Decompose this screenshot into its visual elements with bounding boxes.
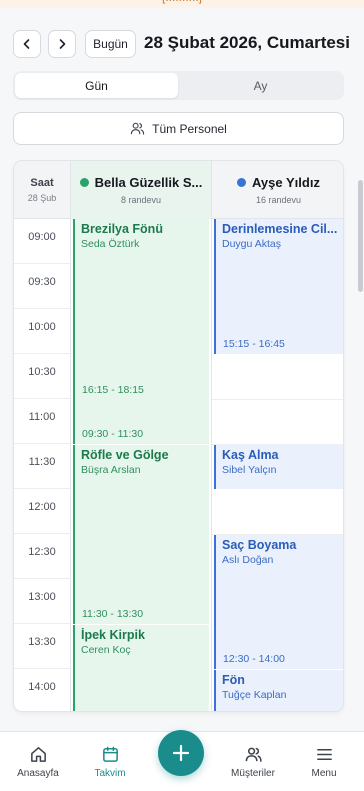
appointment-card[interactable]: Fön Tuğçe Kaplan [214,670,343,711]
staff-appointment-count: 16 randevu [255,195,302,205]
plus-icon [172,744,190,762]
top-banner: [..........] [0,0,364,8]
appointment-customer: Sibel Yalçın [222,464,277,476]
time-column-header: Saat 28 Şub [14,161,71,219]
appointment-service: Saç Boyama [222,538,297,552]
banner-text: [..........] [0,0,364,4]
appointment-time-overlap: 16:15 - 18:15 [82,384,144,396]
staff-filter-button[interactable]: Tüm Personel [13,112,344,145]
add-appointment-button[interactable] [158,730,204,776]
nav-item-customers[interactable]: Müşteriler [218,732,288,791]
previous-day-button[interactable] [13,30,41,58]
staff-column-ayse[interactable]: Derinlemesine Cil... Duygu Aktaş 15:15 -… [212,219,343,711]
home-icon [30,747,46,762]
nav-label: Müşteriler [231,768,275,779]
staff-appointment-count: 8 randevu [120,195,162,205]
scrollbar[interactable] [358,180,363,292]
staff-name: Bella Güzellik S... [94,175,203,190]
appointment-card[interactable]: Kaş Alma Sibel Yalçın [214,445,343,489]
nav-label: Anasayfa [17,768,59,779]
time-slot-label: 11:00 [14,399,70,444]
staff-column-header-bella[interactable]: Bella Güzellik S... 8 randevu [71,161,212,219]
appointment-card[interactable]: Röfle ve Gölge Büşra Arslan 11:30 - 13:3… [73,445,209,624]
view-toggle: Gün Ay [13,71,344,100]
time-slot-label: 09:30 [14,264,70,309]
appointment-customer: Aslı Doğan [222,554,274,566]
grid-line [212,399,343,400]
appointment-time: 09:30 - 11:30 [82,428,144,440]
next-day-button[interactable] [48,30,76,58]
appointment-time: 11:30 - 13:30 [82,608,144,620]
staff-column-bella[interactable]: Brezilya Fönü Seda Öztürk 16:15 - 18:15 … [71,219,212,711]
time-header-date: 28 Şub [27,193,57,203]
appointment-time: 15:15 - 16:45 [223,338,285,350]
time-slot-label: 13:00 [14,579,70,624]
appointment-service: İpek Kirpik [81,628,145,642]
time-slot-label: 14:00 [14,669,70,711]
chevron-left-icon [23,39,30,49]
tab-day[interactable]: Gün [15,73,178,98]
appointment-customer: Büşra Arslan [81,464,141,476]
calendar-header: Saat 28 Şub Bella Güzellik S... 8 randev… [14,161,343,219]
appointment-card[interactable]: Brezilya Fönü Seda Öztürk 16:15 - 18:15 … [73,219,209,444]
appointment-customer: Seda Öztürk [81,238,140,250]
appointment-service: Kaş Alma [222,448,279,462]
appointment-customer: Duygu Aktaş [222,238,281,250]
staff-name: Ayşe Yıldız [252,175,320,190]
time-slot-label: 10:00 [14,309,70,354]
staff-color-dot [79,178,89,187]
time-slot-label: 12:30 [14,534,70,579]
time-slot-label: 09:00 [14,219,70,264]
appointment-service: Fön [222,673,245,687]
appointment-time: 12:30 - 14:00 [223,653,285,665]
time-slot-label: 10:30 [14,354,70,399]
nav-item-home[interactable]: Anasayfa [3,732,73,791]
time-slot-label: 13:30 [14,624,70,669]
time-slot-label: 12:00 [14,489,70,534]
users-icon [245,747,262,762]
tab-month[interactable]: Ay [179,73,342,98]
appointment-service: Röfle ve Gölge [81,448,169,462]
staff-column-header-ayse[interactable]: Ayşe Yıldız 16 randevu [212,161,343,219]
day-calendar: Saat 28 Şub Bella Güzellik S... 8 randev… [13,160,344,712]
nav-label: Takvim [94,768,126,779]
chevron-right-icon [59,39,66,49]
nav-item-calendar[interactable]: Takvim [75,732,145,791]
appointment-customer: Ceren Koç [81,644,131,656]
appointment-card[interactable]: Saç Boyama Aslı Doğan 12:30 - 14:00 [214,535,343,669]
staff-color-dot [237,178,247,187]
appointment-service: Brezilya Fönü [81,222,163,236]
today-button[interactable]: Bugün [85,30,136,58]
appointment-customer: Tuğçe Kaplan [222,689,287,701]
calendar-icon [102,746,118,762]
appointment-card[interactable]: Derinlemesine Cil... Duygu Aktaş 15:15 -… [214,219,343,354]
staff-filter-label: Tüm Personel [152,121,227,136]
calendar-page: [..........] Bugün 28 Şubat 2026, Cumart… [0,0,364,791]
appointment-service: Derinlemesine Cil... [222,222,338,236]
time-header-title: Saat [30,177,54,189]
nav-label: Menu [311,768,337,779]
users-icon [130,122,145,135]
appointment-card[interactable]: İpek Kirpik Ceren Koç [73,625,209,711]
time-slot-label: 11:30 [14,444,70,489]
page-title: 28 Şubat 2026, Cumartesi [144,33,350,52]
nav-item-menu[interactable]: Menu [289,732,359,791]
time-column: 09:00 09:30 10:00 10:30 11:00 11:30 12:0… [14,219,71,711]
menu-icon [316,748,332,761]
